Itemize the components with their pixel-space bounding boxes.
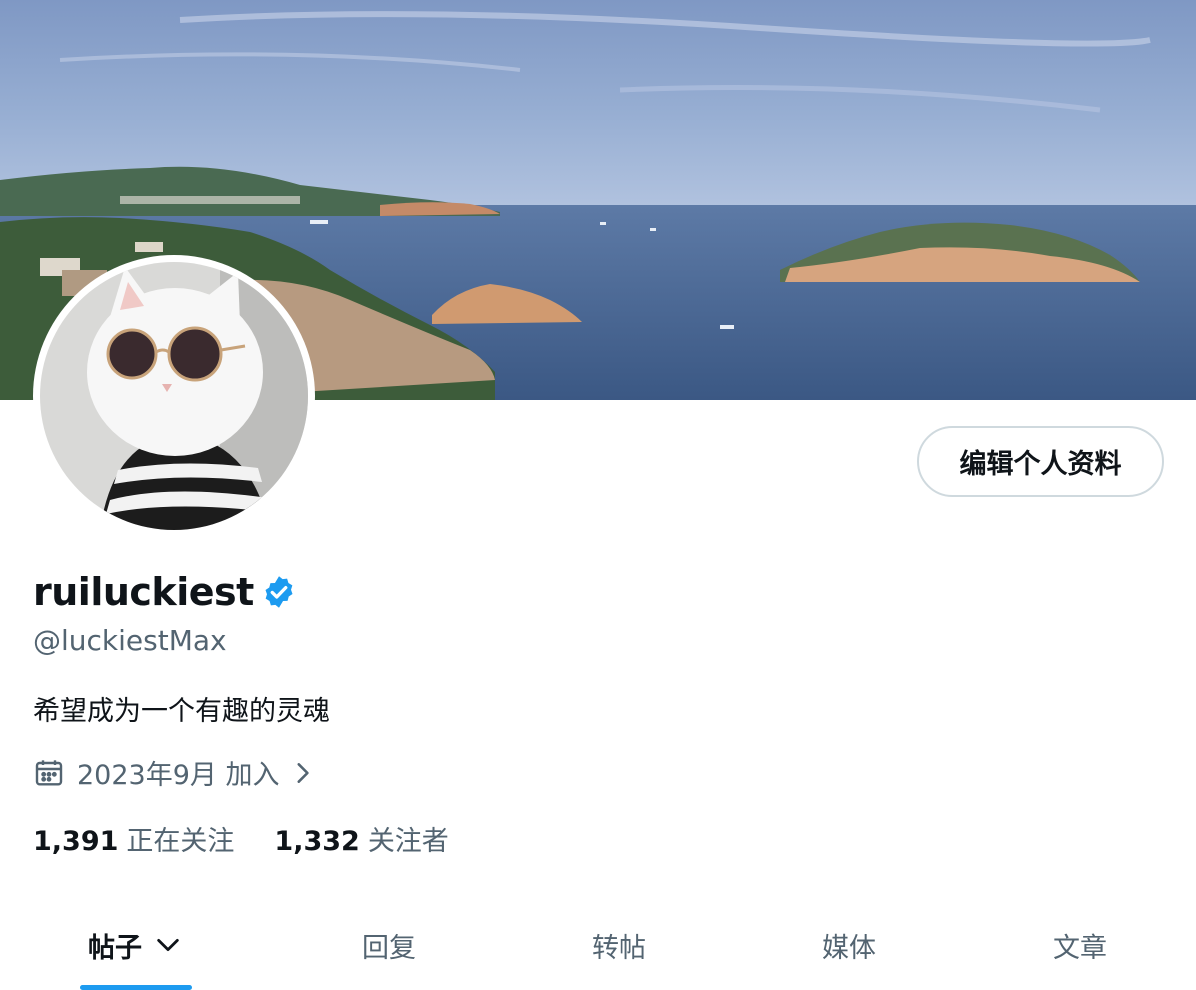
tab-replies[interactable]: 回复	[274, 900, 504, 990]
tab-label: 文章	[1053, 932, 1107, 964]
tab-media[interactable]: 媒体	[734, 900, 964, 990]
active-tab-indicator	[80, 985, 192, 990]
following-link[interactable]: 1,391 正在关注	[33, 819, 234, 858]
following-label: 正在关注	[126, 826, 235, 857]
edit-profile-button[interactable]: 编辑个人资料	[917, 426, 1164, 497]
tab-label: 媒体	[822, 932, 876, 964]
profile-page: 编辑个人资料 ruiluckiest @luckiestMax 希望成为一个有趣…	[0, 0, 1196, 990]
joined-date[interactable]: 2023年9月 加入	[33, 753, 315, 792]
followers-count: 1,332	[274, 826, 360, 857]
follow-stats: 1,391 正在关注 1,332 关注者	[33, 819, 489, 858]
bio: 希望成为一个有趣的灵魂	[33, 696, 330, 727]
profile-tabs: 帖子 回复 转帖 媒体 文章	[0, 900, 1196, 990]
tab-posts[interactable]: 帖子	[20, 900, 250, 990]
verified-badge-icon[interactable]	[261, 574, 297, 610]
following-count: 1,391	[33, 826, 119, 857]
tab-reposts[interactable]: 转帖	[504, 900, 734, 990]
name-row: ruiluckiest	[33, 570, 297, 614]
followers-link[interactable]: 1,332 关注者	[274, 819, 448, 858]
followers-label: 关注者	[367, 826, 449, 857]
calendar-icon	[33, 757, 65, 789]
joined-label: 2023年9月 加入	[77, 760, 280, 791]
cat-with-sunglasses-avatar	[40, 262, 308, 530]
user-handle: @luckiestMax	[33, 624, 227, 657]
tab-label: 帖子	[88, 932, 142, 964]
tab-label: 回复	[362, 932, 416, 964]
tab-label: 转帖	[592, 932, 646, 964]
display-name: ruiluckiest	[33, 570, 254, 614]
tab-articles[interactable]: 文章	[965, 900, 1195, 990]
chevron-right-icon	[289, 760, 315, 786]
avatar[interactable]	[33, 255, 315, 537]
chevron-down-icon[interactable]	[154, 931, 182, 959]
